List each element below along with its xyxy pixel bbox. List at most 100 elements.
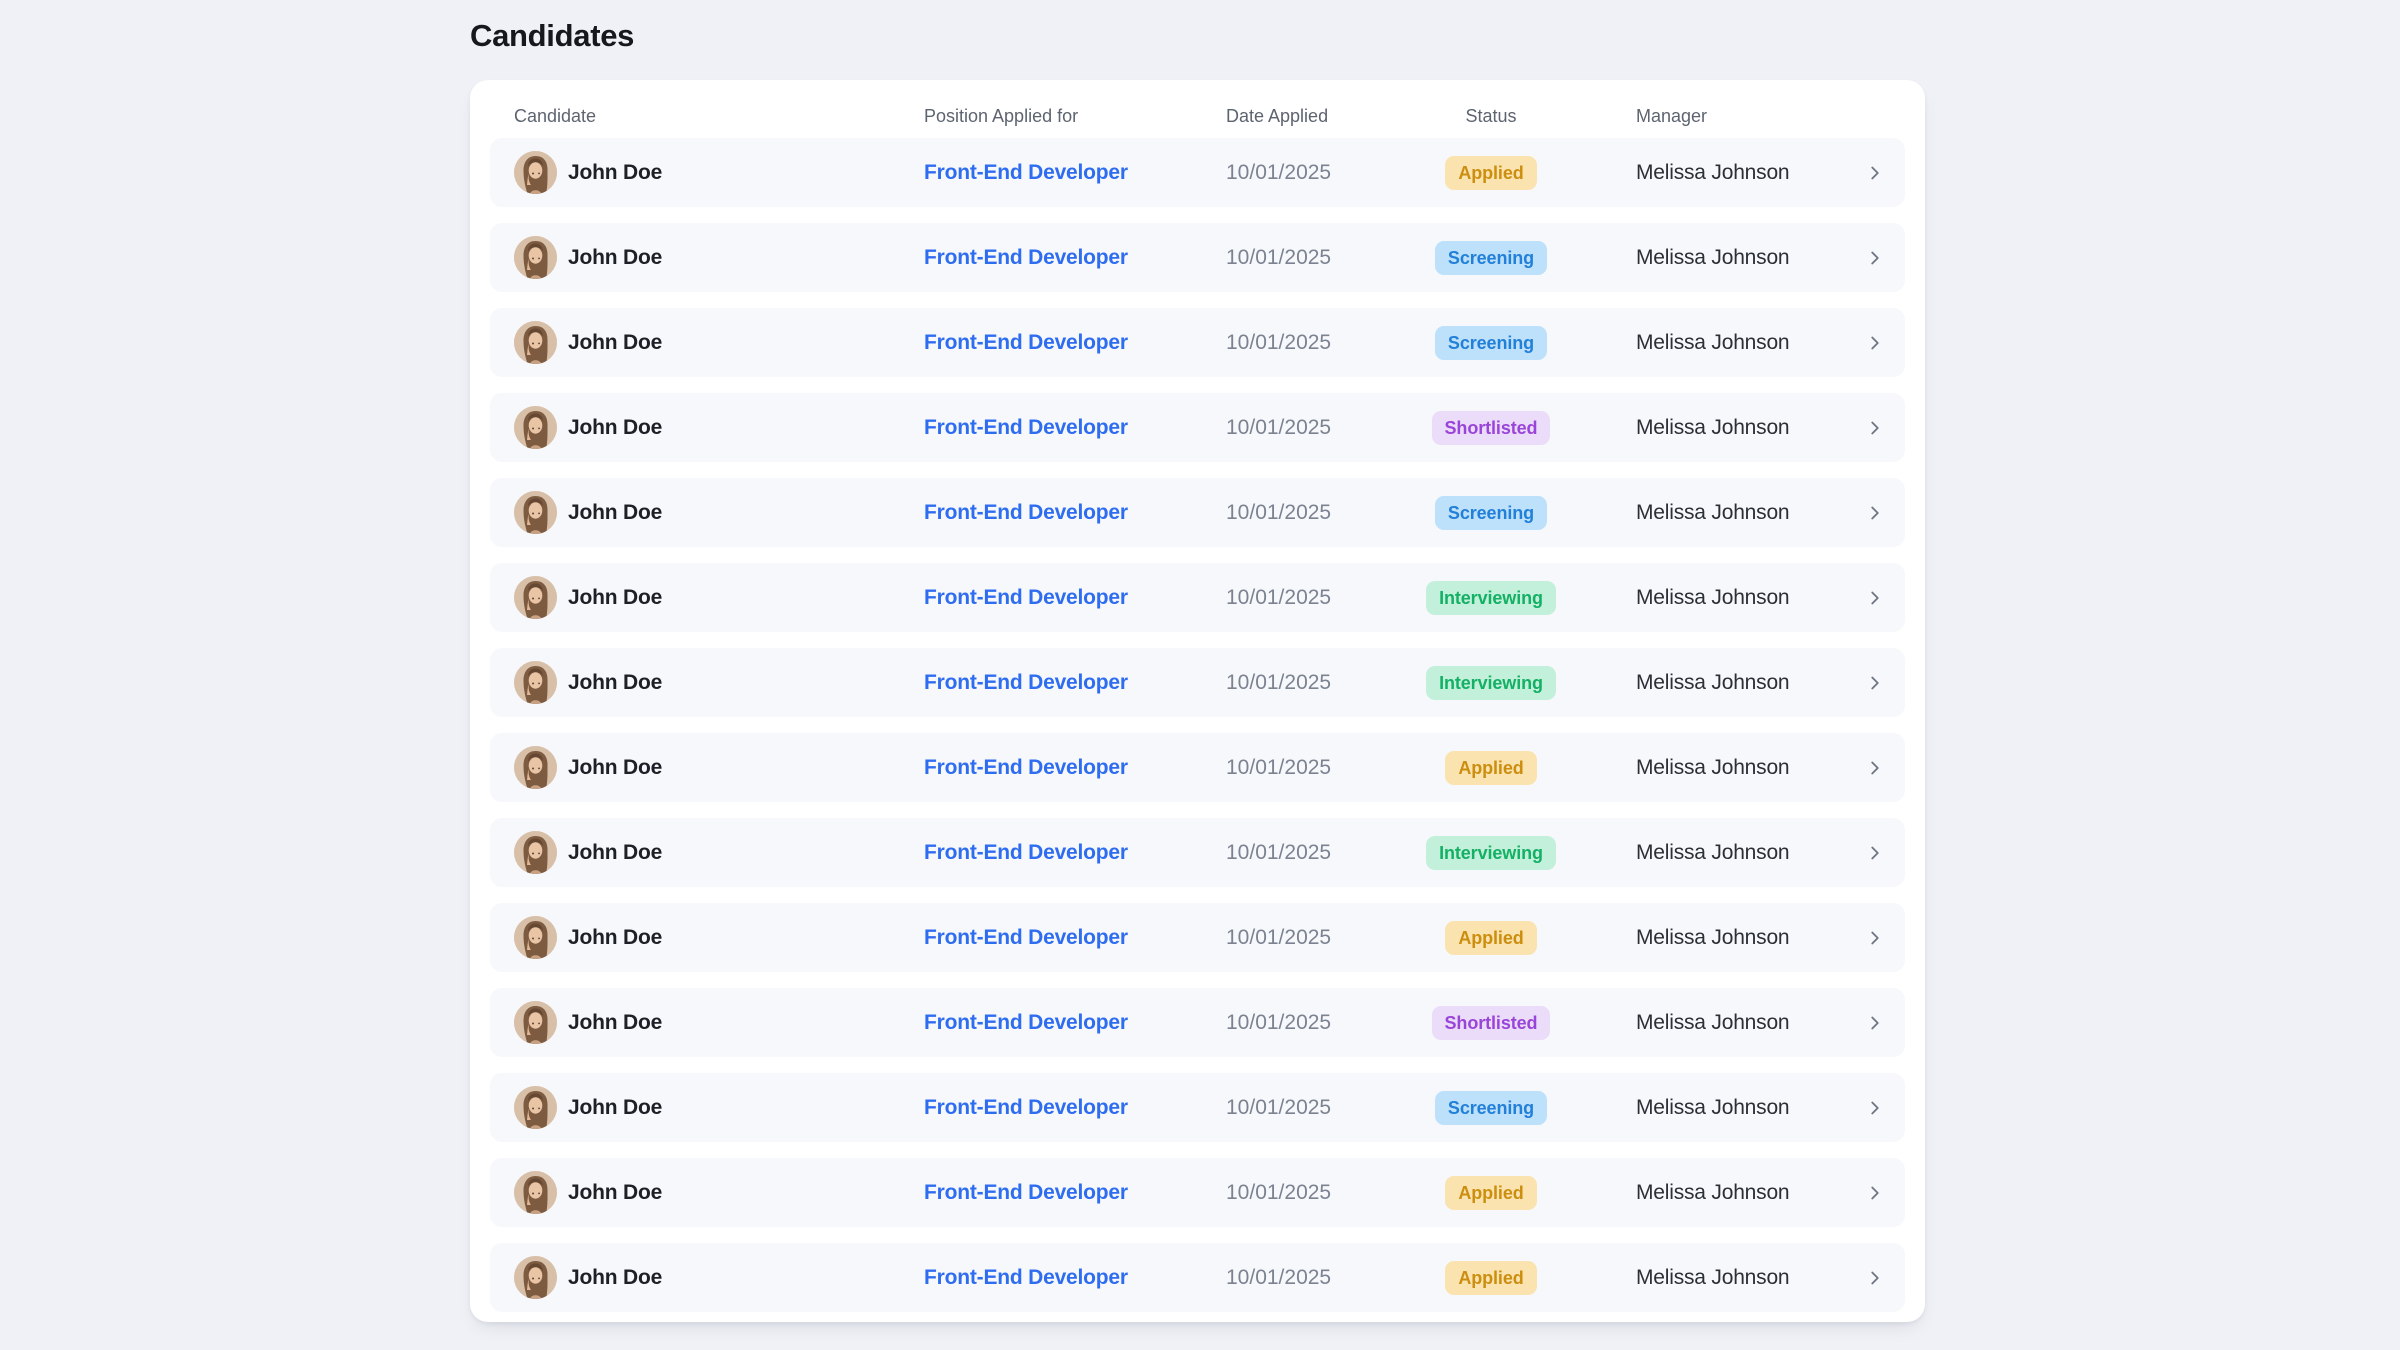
candidate-name: John Doe bbox=[568, 756, 662, 780]
chevron-right-icon[interactable] bbox=[1861, 1182, 1889, 1204]
candidate-cell: John Doe bbox=[514, 1086, 924, 1129]
status-cell: Interviewing bbox=[1426, 581, 1556, 615]
manager-name: Melissa Johnson bbox=[1636, 926, 1861, 950]
chevron-right-icon[interactable] bbox=[1861, 1267, 1889, 1289]
column-header-status: Status bbox=[1426, 106, 1556, 127]
position-link[interactable]: Front-End Developer bbox=[924, 161, 1128, 185]
table-row[interactable]: John Doe Front-End Developer 10/01/2025 … bbox=[490, 648, 1905, 717]
status-badge: Shortlisted bbox=[1432, 1006, 1551, 1040]
column-header-candidate: Candidate bbox=[514, 106, 924, 127]
position-link[interactable]: Front-End Developer bbox=[924, 671, 1128, 695]
status-badge: Screening bbox=[1435, 1091, 1547, 1125]
status-badge: Screening bbox=[1435, 326, 1547, 360]
chevron-right-icon[interactable] bbox=[1861, 162, 1889, 184]
table-row[interactable]: John Doe Front-End Developer 10/01/2025 … bbox=[490, 903, 1905, 972]
candidate-cell: John Doe bbox=[514, 1256, 924, 1299]
status-badge: Applied bbox=[1445, 1261, 1536, 1295]
position-link[interactable]: Front-End Developer bbox=[924, 926, 1128, 950]
status-cell: Applied bbox=[1426, 1261, 1556, 1295]
table-row[interactable]: John Doe Front-End Developer 10/01/2025 … bbox=[490, 393, 1905, 462]
table-row[interactable]: John Doe Front-End Developer 10/01/2025 … bbox=[490, 733, 1905, 802]
table-header-row: Candidate Position Applied for Date Appl… bbox=[490, 94, 1905, 138]
candidate-avatar bbox=[514, 151, 557, 194]
chevron-right-icon[interactable] bbox=[1861, 502, 1889, 524]
candidate-cell: John Doe bbox=[514, 576, 924, 619]
position-link[interactable]: Front-End Developer bbox=[924, 1266, 1128, 1290]
status-badge: Screening bbox=[1435, 496, 1547, 530]
chevron-right-icon[interactable] bbox=[1861, 842, 1889, 864]
position-link[interactable]: Front-End Developer bbox=[924, 586, 1128, 610]
table-row[interactable]: John Doe Front-End Developer 10/01/2025 … bbox=[490, 988, 1905, 1057]
candidate-name: John Doe bbox=[568, 586, 662, 610]
date-applied: 10/01/2025 bbox=[1226, 1266, 1426, 1290]
manager-name: Melissa Johnson bbox=[1636, 416, 1861, 440]
candidate-avatar bbox=[514, 831, 557, 874]
table-row[interactable]: John Doe Front-End Developer 10/01/2025 … bbox=[490, 1158, 1905, 1227]
candidate-cell: John Doe bbox=[514, 236, 924, 279]
manager-name: Melissa Johnson bbox=[1636, 501, 1861, 525]
candidate-avatar bbox=[514, 236, 557, 279]
status-badge: Applied bbox=[1445, 751, 1536, 785]
position-link[interactable]: Front-End Developer bbox=[924, 1096, 1128, 1120]
status-badge: Applied bbox=[1445, 1176, 1536, 1210]
candidate-name: John Doe bbox=[568, 246, 662, 270]
table-row[interactable]: John Doe Front-End Developer 10/01/2025 … bbox=[490, 1073, 1905, 1142]
chevron-right-icon[interactable] bbox=[1861, 417, 1889, 439]
chevron-right-icon[interactable] bbox=[1861, 587, 1889, 609]
candidates-table-card: Candidate Position Applied for Date Appl… bbox=[470, 80, 1925, 1322]
status-badge: Applied bbox=[1445, 156, 1536, 190]
chevron-right-icon[interactable] bbox=[1861, 332, 1889, 354]
manager-name: Melissa Johnson bbox=[1636, 331, 1861, 355]
manager-name: Melissa Johnson bbox=[1636, 841, 1861, 865]
manager-name: Melissa Johnson bbox=[1636, 1181, 1861, 1205]
column-header-date: Date Applied bbox=[1226, 106, 1426, 127]
status-badge: Interviewing bbox=[1426, 836, 1556, 870]
candidate-cell: John Doe bbox=[514, 661, 924, 704]
position-link[interactable]: Front-End Developer bbox=[924, 1011, 1128, 1035]
table-row[interactable]: John Doe Front-End Developer 10/01/2025 … bbox=[490, 818, 1905, 887]
table-row[interactable]: John Doe Front-End Developer 10/01/2025 … bbox=[490, 1243, 1905, 1312]
manager-name: Melissa Johnson bbox=[1636, 586, 1861, 610]
table-row[interactable]: John Doe Front-End Developer 10/01/2025 … bbox=[490, 478, 1905, 547]
status-cell: Applied bbox=[1426, 1176, 1556, 1210]
manager-name: Melissa Johnson bbox=[1636, 1266, 1861, 1290]
date-applied: 10/01/2025 bbox=[1226, 926, 1426, 950]
candidate-avatar bbox=[514, 321, 557, 364]
position-link[interactable]: Front-End Developer bbox=[924, 841, 1128, 865]
status-cell: Applied bbox=[1426, 921, 1556, 955]
candidate-name: John Doe bbox=[568, 416, 662, 440]
table-row[interactable]: John Doe Front-End Developer 10/01/2025 … bbox=[490, 563, 1905, 632]
date-applied: 10/01/2025 bbox=[1226, 671, 1426, 695]
candidates-page: Candidates Candidate Position Applied fo… bbox=[0, 0, 2400, 1322]
date-applied: 10/01/2025 bbox=[1226, 756, 1426, 780]
table-body: John Doe Front-End Developer 10/01/2025 … bbox=[490, 138, 1905, 1312]
candidate-cell: John Doe bbox=[514, 746, 924, 789]
table-row[interactable]: John Doe Front-End Developer 10/01/2025 … bbox=[490, 223, 1905, 292]
candidate-cell: John Doe bbox=[514, 1171, 924, 1214]
position-link[interactable]: Front-End Developer bbox=[924, 1181, 1128, 1205]
date-applied: 10/01/2025 bbox=[1226, 416, 1426, 440]
status-badge: Interviewing bbox=[1426, 666, 1556, 700]
table-row[interactable]: John Doe Front-End Developer 10/01/2025 … bbox=[490, 308, 1905, 377]
candidate-avatar bbox=[514, 1256, 557, 1299]
date-applied: 10/01/2025 bbox=[1226, 841, 1426, 865]
candidate-cell: John Doe bbox=[514, 151, 924, 194]
position-link[interactable]: Front-End Developer bbox=[924, 501, 1128, 525]
position-link[interactable]: Front-End Developer bbox=[924, 246, 1128, 270]
chevron-right-icon[interactable] bbox=[1861, 1097, 1889, 1119]
candidate-avatar bbox=[514, 1171, 557, 1214]
position-link[interactable]: Front-End Developer bbox=[924, 756, 1128, 780]
chevron-right-icon[interactable] bbox=[1861, 247, 1889, 269]
chevron-right-icon[interactable] bbox=[1861, 757, 1889, 779]
candidate-avatar bbox=[514, 406, 557, 449]
table-row[interactable]: John Doe Front-End Developer 10/01/2025 … bbox=[490, 138, 1905, 207]
date-applied: 10/01/2025 bbox=[1226, 586, 1426, 610]
date-applied: 10/01/2025 bbox=[1226, 1096, 1426, 1120]
position-link[interactable]: Front-End Developer bbox=[924, 416, 1128, 440]
chevron-right-icon[interactable] bbox=[1861, 927, 1889, 949]
position-link[interactable]: Front-End Developer bbox=[924, 331, 1128, 355]
candidate-cell: John Doe bbox=[514, 491, 924, 534]
chevron-right-icon[interactable] bbox=[1861, 672, 1889, 694]
column-header-manager: Manager bbox=[1556, 106, 1636, 127]
chevron-right-icon[interactable] bbox=[1861, 1012, 1889, 1034]
